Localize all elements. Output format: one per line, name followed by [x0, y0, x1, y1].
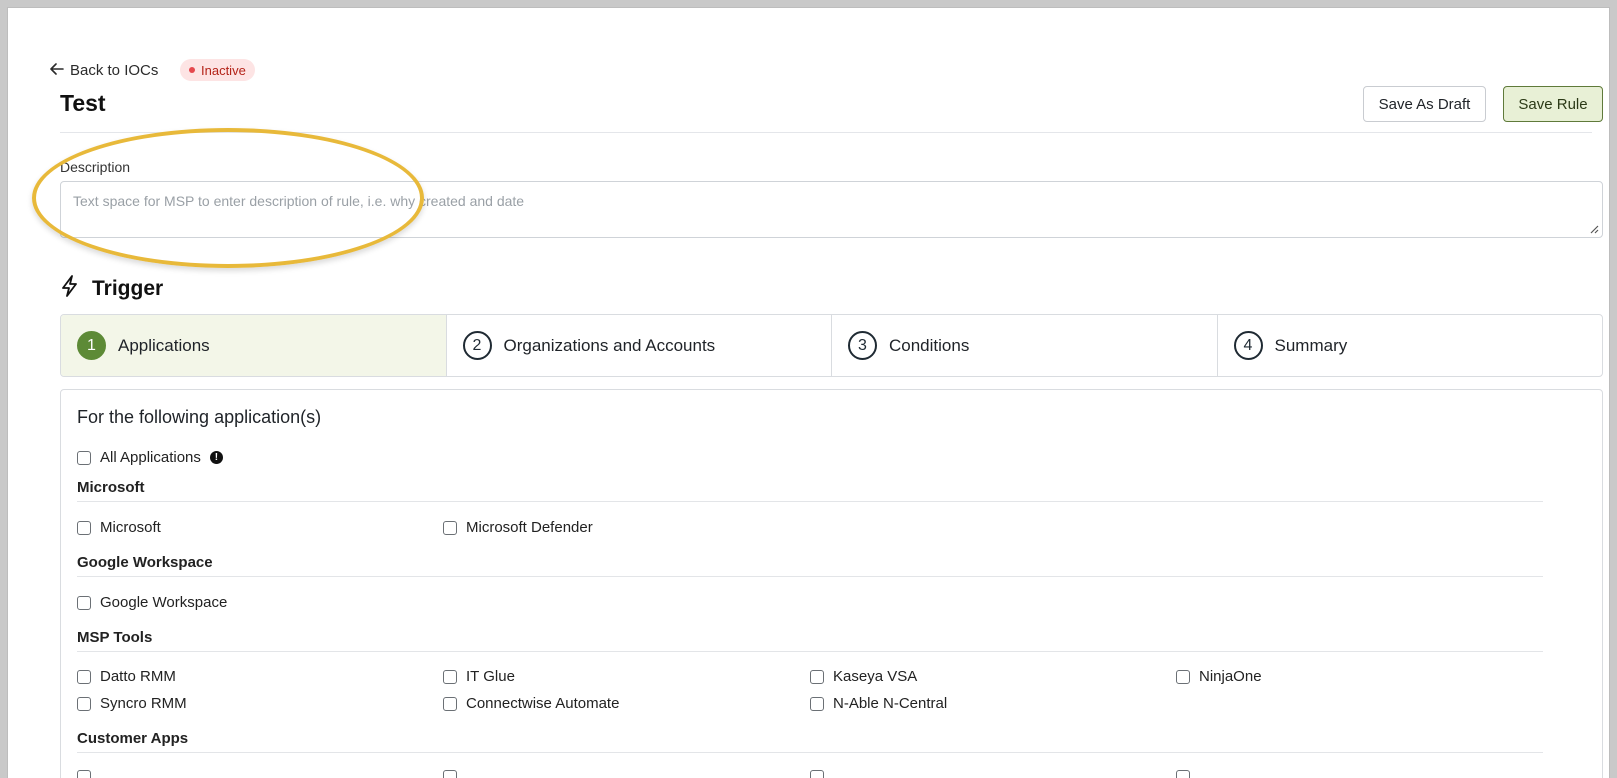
checkbox-label: N-Able N-Central	[833, 695, 948, 712]
description-label: Description	[60, 159, 131, 175]
trigger-title: Trigger	[92, 276, 164, 300]
status-dot-icon	[189, 67, 195, 73]
checkbox-n-able-n-central[interactable]: N-Able N-Central	[810, 695, 947, 712]
checkbox-customer-app[interactable]	[810, 770, 833, 778]
save-rule-button[interactable]: Save Rule	[1503, 86, 1603, 122]
step-label: Organizations and Accounts	[503, 335, 716, 355]
checkbox[interactable]	[443, 770, 457, 778]
checkbox-customer-app[interactable]	[1176, 770, 1199, 778]
description-textarea[interactable]: Text space for MSP to enter description …	[60, 181, 1603, 238]
step-label: Conditions	[889, 335, 970, 355]
checkbox[interactable]	[77, 696, 91, 711]
back-link[interactable]: Back to IOCs	[50, 62, 158, 79]
checkbox[interactable]	[1176, 770, 1190, 778]
applications-panel: For the following application(s) All App…	[60, 389, 1603, 778]
checkbox-label: Google Workspace	[100, 594, 228, 611]
checkbox-label: Datto RMM	[100, 668, 176, 685]
step-number: 2	[462, 331, 492, 360]
checkbox[interactable]	[810, 669, 824, 684]
checkbox-label: Connectwise Automate	[466, 695, 620, 712]
resize-grip-icon[interactable]	[1589, 224, 1599, 234]
applications-heading: For the following application(s)	[77, 407, 322, 427]
step-number: 1	[77, 331, 106, 360]
checkbox-kaseya-vsa[interactable]: Kaseya VSA	[810, 668, 917, 685]
checkbox[interactable]	[77, 770, 91, 778]
step-label: Summary	[1274, 335, 1348, 355]
checkbox-datto-rmm[interactable]: Datto RMM	[77, 668, 176, 685]
step-number: 4	[1233, 331, 1263, 360]
header-divider	[60, 132, 1592, 133]
checkbox-ninjaone[interactable]: NinjaOne	[1176, 668, 1262, 685]
section-divider	[77, 752, 1543, 753]
checkbox-connectwise-automate[interactable]: Connectwise Automate	[443, 695, 619, 712]
checkbox-microsoft-defender[interactable]: Microsoft Defender	[443, 519, 593, 536]
checkbox-label: Microsoft Defender	[466, 519, 593, 536]
section-title-customer-apps: Customer Apps	[77, 730, 189, 747]
checkbox-all-applications[interactable]: All Applications !	[77, 449, 223, 466]
checkbox[interactable]	[77, 450, 91, 465]
checkbox-label: Syncro RMM	[100, 695, 187, 712]
step-conditions[interactable]: 3 Conditions	[832, 315, 1218, 376]
checkbox-label: All Applications	[100, 449, 201, 466]
step-label: Applications	[118, 335, 210, 355]
info-icon[interactable]: !	[209, 451, 223, 464]
section-divider	[77, 501, 1543, 502]
section-divider	[77, 576, 1543, 577]
checkbox[interactable]	[1176, 669, 1190, 684]
checkbox[interactable]	[77, 520, 91, 535]
checkbox-label: IT Glue	[466, 668, 515, 685]
trigger-header: Trigger	[60, 275, 163, 302]
checkbox[interactable]	[443, 696, 457, 711]
step-summary[interactable]: 4 Summary	[1218, 315, 1603, 376]
rule-editor: Back to IOCs Inactive Test Save As Draft…	[26, 26, 1603, 778]
arrow-left-icon	[50, 62, 64, 79]
checkbox[interactable]	[77, 669, 91, 684]
section-title-msp-tools: MSP Tools	[77, 629, 153, 646]
checkbox-google-workspace[interactable]: Google Workspace	[77, 594, 227, 611]
checkbox-it-glue[interactable]: IT Glue	[443, 668, 515, 685]
lightning-icon	[60, 275, 80, 302]
checkbox[interactable]	[810, 696, 824, 711]
back-link-label: Back to IOCs	[70, 62, 159, 79]
step-organizations-and-accounts[interactable]: 2 Organizations and Accounts	[447, 315, 832, 376]
checkbox[interactable]	[810, 770, 824, 778]
stepper: 1 Applications 2 Organizations and Accou…	[60, 314, 1603, 377]
checkbox-label: NinjaOne	[1199, 668, 1262, 685]
save-as-draft-button[interactable]: Save As Draft	[1363, 86, 1486, 122]
checkbox[interactable]	[443, 669, 457, 684]
page-title: Test	[60, 90, 106, 116]
section-title-microsoft: Microsoft	[77, 479, 145, 496]
section-title-google-workspace: Google Workspace	[77, 554, 213, 571]
checkbox[interactable]	[77, 595, 91, 610]
app-window: Back to IOCs Inactive Test Save As Draft…	[8, 8, 1609, 778]
checkbox-label: Microsoft	[100, 519, 161, 536]
checkbox-syncro-rmm[interactable]: Syncro RMM	[77, 695, 187, 712]
checkbox-customer-app[interactable]	[443, 770, 466, 778]
status-badge-label: Inactive	[201, 62, 246, 78]
checkbox[interactable]	[443, 520, 457, 535]
checkbox-microsoft[interactable]: Microsoft	[77, 519, 161, 536]
step-number: 3	[848, 331, 877, 360]
section-divider	[77, 651, 1543, 652]
checkbox-label: Kaseya VSA	[833, 668, 918, 685]
status-badge: Inactive	[180, 59, 255, 81]
description-placeholder: Text space for MSP to enter description …	[73, 193, 525, 209]
step-applications[interactable]: 1 Applications	[61, 315, 447, 376]
checkbox-customer-app[interactable]	[77, 770, 100, 778]
